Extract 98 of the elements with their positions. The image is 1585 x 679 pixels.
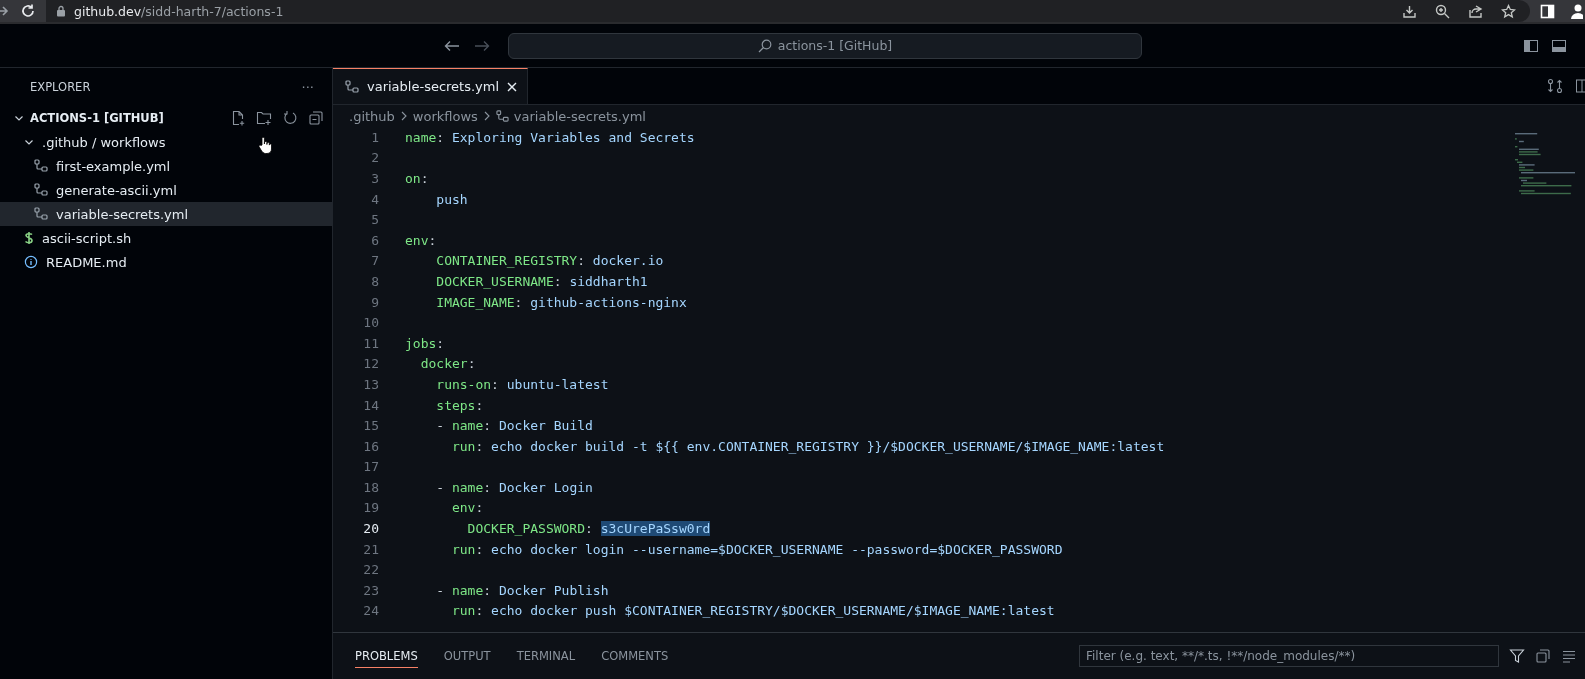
- close-icon[interactable]: [507, 81, 518, 92]
- command-center[interactable]: actions-1 [GitHub]: [508, 32, 1142, 59]
- chevron-icon[interactable]: [14, 113, 24, 123]
- sidebar-layout-icon[interactable]: [1523, 37, 1539, 54]
- workflow-icon: [34, 207, 48, 221]
- code-line: push: [435, 191, 468, 207]
- line-number: 5: [370, 212, 380, 228]
- line-number: 3: [370, 171, 380, 186]
- reload-icon[interactable]: [20, 3, 36, 19]
- line-number: 9: [370, 294, 380, 310]
- code-line: - name: Docker Login: [435, 479, 593, 495]
- search-icon: [757, 38, 772, 53]
- editor-tab[interactable]: variable-secrets.yml: [333, 68, 529, 104]
- line-number: 20: [362, 521, 380, 537]
- hand-cursor-icon: [258, 136, 272, 154]
- code-line: docker:: [419, 356, 476, 372]
- line-number: 11: [362, 335, 380, 351]
- chevron-icon: [482, 111, 491, 121]
- filter-field[interactable]: Filter (e.g. text, **/*.ts, !**/node_modules/**): [1079, 645, 1499, 667]
- breadcrumb-item[interactable]: variable-secrets.yml: [513, 108, 646, 124]
- code-line: IMAGE_NAME: github-actions-nginx: [435, 294, 687, 310]
- code-line: name: Exploring Variables and Secrets: [405, 129, 695, 145]
- forward-icon[interactable]: [0, 4, 10, 18]
- line-number: 12: [362, 356, 380, 372]
- workflow-icon: [495, 109, 509, 123]
- code-line: run: echo docker push $CONTAINER_REGISTRY/$DOCKER_USERNAME/$IMAGE_NAME:latest: [450, 603, 1055, 619]
- split-editor-icon[interactable]: [1575, 78, 1585, 94]
- panel-tab[interactable]: COMMENTS: [601, 644, 669, 668]
- line-number: 18: [362, 479, 380, 495]
- code-line: run: echo docker login --username=$DOCKER_USERNAME --password=$DOCKER_PASSWORD: [450, 541, 1063, 557]
- line-number: 8: [370, 273, 380, 289]
- code-line: CONTAINER_REGISTRY: docker.io: [435, 253, 664, 269]
- panel-tab[interactable]: PROBLEMS: [355, 644, 418, 668]
- line-number: 6: [370, 232, 380, 248]
- line-number: 4: [370, 191, 380, 207]
- code-line: DOCKER_USERNAME: siddharth1: [435, 273, 648, 289]
- code-line: run: echo docker build -t ${{ env.CONTAINER_REGISTRY }}/$DOCKER_USERNAME/$IMAGE_NAME:latest: [450, 438, 1165, 454]
- line-number: 14: [362, 397, 380, 413]
- list-icon[interactable]: [1561, 648, 1577, 664]
- tree-item[interactable]: .github / workflows: [0, 130, 332, 154]
- line-number: 13: [362, 376, 380, 392]
- code-line: steps:: [435, 397, 484, 413]
- star-icon[interactable]: [1501, 3, 1516, 19]
- tree-item[interactable]: variable-secrets.yml: [0, 202, 332, 226]
- chevron-icon: [399, 111, 408, 121]
- back-icon[interactable]: [444, 39, 460, 52]
- line-number: 15: [362, 418, 380, 434]
- profile-icon[interactable]: [1569, 3, 1583, 19]
- line-number: 22: [362, 562, 380, 578]
- line-number: 24: [362, 603, 380, 619]
- line-number: 10: [362, 315, 380, 331]
- chevron-icon[interactable]: [24, 137, 34, 147]
- collapse-all-icon[interactable]: [1535, 648, 1551, 664]
- panel-layout-icon[interactable]: [1551, 37, 1567, 54]
- new-file-icon[interactable]: [230, 110, 246, 126]
- address-bar[interactable]: github.dev/sidd-harth-7/actions-1: [46, 0, 1530, 22]
- lock-icon: [56, 5, 66, 17]
- code-line: env:: [405, 232, 437, 248]
- download-icon[interactable]: [1402, 3, 1417, 19]
- tree-item[interactable]: README.md: [0, 250, 332, 274]
- tree-item[interactable]: ascii-script.sh: [0, 226, 332, 250]
- line-number: 16: [362, 438, 380, 454]
- workflow-icon: [34, 183, 48, 197]
- code-line: DOCKER_PASSWORD: s3cUrePaSsw0rd: [466, 521, 711, 537]
- collapse-all-icon[interactable]: [308, 110, 324, 126]
- filter-icon[interactable]: [1509, 648, 1525, 664]
- code-line: runs-on: ubuntu-latest: [435, 376, 609, 392]
- line-number: 2: [370, 150, 380, 166]
- folder-header[interactable]: ACTIONS-1 [GITHUB]: [30, 111, 164, 125]
- code-line: - name: Docker Publish: [435, 582, 609, 598]
- breadcrumb-item[interactable]: workflows: [412, 108, 478, 124]
- zoom-icon[interactable]: [1435, 3, 1450, 19]
- code-line: env:: [450, 500, 484, 516]
- refresh-icon[interactable]: [282, 110, 298, 126]
- code-line: jobs:: [405, 335, 445, 351]
- line-number: 7: [370, 253, 380, 269]
- line-number: 17: [362, 459, 380, 475]
- panel-tab[interactable]: TERMINAL: [516, 644, 576, 668]
- explorer-title: EXPLORER: [30, 80, 91, 94]
- dollar-icon: [24, 231, 34, 245]
- panel-tab[interactable]: OUTPUT: [443, 644, 491, 668]
- code-line: - name: Docker Build: [435, 418, 593, 434]
- tree-item[interactable]: generate-ascii.yml: [0, 178, 332, 202]
- code-line: on:: [405, 171, 429, 186]
- workflow-icon: [345, 79, 359, 94]
- workflow-icon: [34, 159, 48, 173]
- tree-item[interactable]: first-example.yml: [0, 154, 332, 178]
- line-number: 23: [362, 582, 380, 598]
- line-number: 19: [362, 500, 380, 516]
- line-number: 1: [370, 129, 380, 145]
- info-icon: [24, 255, 38, 269]
- sidebar-icon[interactable]: [1540, 3, 1555, 19]
- line-number: 21: [362, 541, 380, 557]
- breadcrumb-item[interactable]: .github: [349, 108, 395, 124]
- new-folder-icon[interactable]: [256, 110, 272, 126]
- share-icon[interactable]: [1468, 3, 1483, 19]
- more-actions[interactable]: ···: [301, 79, 314, 95]
- compare-changes-icon[interactable]: [1547, 78, 1563, 94]
